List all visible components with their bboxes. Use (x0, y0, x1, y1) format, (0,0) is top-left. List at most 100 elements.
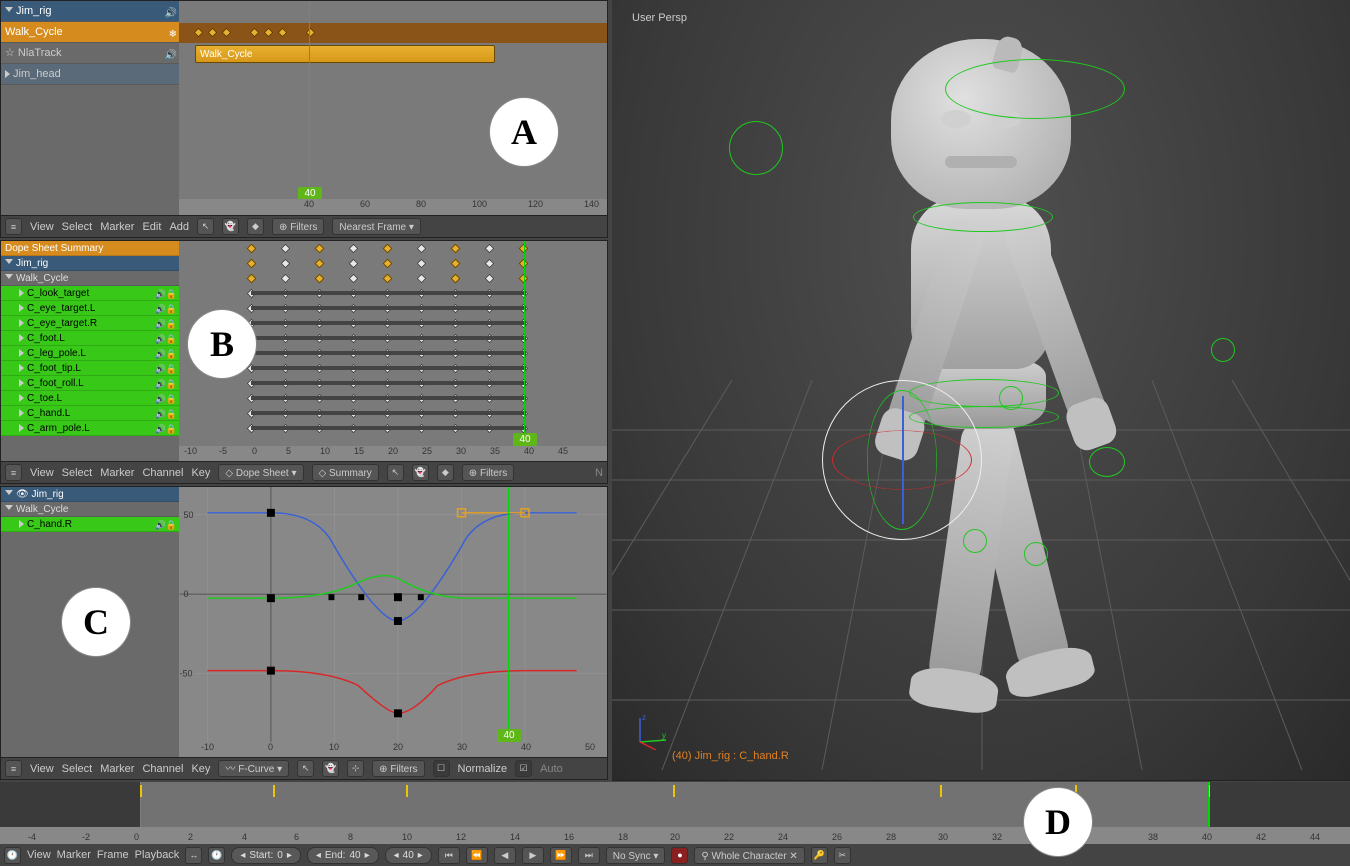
dope-bone-row[interactable]: C_hand.L🔊🔒 (1, 406, 179, 421)
menu-marker[interactable]: Marker (57, 849, 91, 861)
auto-checkbox[interactable]: ☑ (515, 760, 532, 777)
dope-bone-row[interactable]: C_leg_pole.L🔊🔒 (1, 346, 179, 361)
keyframe-diamond[interactable] (383, 244, 393, 254)
timeline[interactable]: -4-2024681012141618202224262830323840424… (0, 782, 1350, 844)
dope-jim-rig-row[interactable]: Jim_rig (1, 256, 179, 271)
keyframe-diamond[interactable] (383, 259, 393, 269)
sync-dropdown[interactable]: No Sync ▾ (606, 847, 666, 864)
keyframe-marker[interactable] (273, 785, 275, 797)
keyframe-marker[interactable] (406, 785, 408, 797)
dope-bone-row[interactable]: C_arm_pole.L🔊🔒 (1, 421, 179, 436)
menu-edit[interactable]: Edit (142, 221, 161, 233)
play-reverse-icon[interactable]: ◀ (494, 847, 516, 864)
keying-set-dropdown[interactable]: ⚲ Whole Character ✕ (694, 847, 804, 864)
markers-icon[interactable]: ◆ (437, 464, 454, 481)
menu-key[interactable]: Key (191, 467, 210, 479)
menu-marker[interactable]: Marker (100, 221, 134, 233)
filters-button[interactable]: ⊕ Filters (372, 760, 424, 777)
dope-bone-row[interactable]: C_foot_roll.L🔊🔒 (1, 376, 179, 391)
menu-marker[interactable]: Marker (100, 467, 134, 479)
keyframe-diamond[interactable] (247, 274, 257, 284)
filters-button[interactable]: ⊕ Filters (272, 218, 324, 235)
keyframe-diamond[interactable] (315, 274, 325, 284)
keyframe-diamond[interactable] (247, 259, 257, 269)
ghost-icon[interactable]: 👻 (222, 218, 239, 235)
keyframe-diamond[interactable] (247, 244, 257, 254)
dope-bone-row[interactable]: C_foot_tip.L🔊🔒 (1, 361, 179, 376)
mode-dropdown[interactable]: 〰 F-Curve ▾ (218, 760, 289, 777)
key-insert-icon[interactable]: 🔑 (811, 847, 828, 864)
menu-view[interactable]: View (30, 467, 54, 479)
menu-select[interactable]: Select (62, 467, 93, 479)
keyframe-diamond[interactable] (485, 259, 495, 269)
cursor-icon[interactable]: ↖ (197, 218, 214, 235)
nla-row-jim-head[interactable]: Jim_head (1, 64, 179, 85)
keyframe-diamond[interactable] (417, 274, 427, 284)
menu-add[interactable]: Add (169, 221, 189, 233)
cursor-icon[interactable]: ↖ (297, 760, 314, 777)
menu-frame[interactable]: Frame (97, 849, 129, 861)
graph-curve-area[interactable]: 50 0 -50 40 -10 0 10 20 30 40 50 (179, 487, 607, 757)
speaker-icon[interactable]: 🔊 (165, 3, 177, 24)
jump-start-icon[interactable]: ⏮ (438, 847, 460, 864)
menu-channel[interactable]: Channel (142, 763, 183, 775)
playhead[interactable] (524, 241, 525, 461)
sel-icon[interactable]: ↖ (387, 464, 404, 481)
current-frame-input[interactable]: ◂ 40 ▸ (385, 847, 432, 864)
keyframe-diamond[interactable] (485, 244, 495, 254)
keyframe-diamond[interactable] (485, 274, 495, 284)
mode-dropdown[interactable]: ◇ Dope Sheet ▾ (218, 464, 303, 481)
dope-bone-row[interactable]: C_look_target🔊🔒 (1, 286, 179, 301)
snowflake-icon[interactable]: ❄ (169, 24, 177, 45)
filters-button[interactable]: ⊕ Filters (462, 464, 514, 481)
ghost-icon[interactable]: 👻 (322, 760, 339, 777)
keyframe-diamond[interactable] (417, 259, 427, 269)
keyframe-diamond[interactable] (315, 244, 325, 254)
keyframe-diamond[interactable] (349, 259, 359, 269)
menu-channel[interactable]: Channel (142, 467, 183, 479)
menu-view[interactable]: View (30, 763, 54, 775)
menu-marker[interactable]: Marker (100, 763, 134, 775)
key-delete-icon[interactable]: ✂ (834, 847, 851, 864)
speaker-icon[interactable]: 🔊 (165, 50, 177, 61)
snap-dropdown[interactable]: Nearest Frame ▾ (332, 218, 421, 235)
graph-bone-row[interactable]: C_hand.R🔊🔒 (1, 517, 179, 532)
menu-view[interactable]: View (27, 849, 51, 861)
editor-type-icon[interactable]: ≡ (5, 760, 22, 777)
nla-row-nlatrack[interactable]: ☆ NlaTrack 🔊 (1, 43, 179, 64)
keyframe-diamond[interactable] (417, 244, 427, 254)
jump-end-icon[interactable]: ⏭ (578, 847, 600, 864)
keyframe-diamond[interactable] (281, 259, 291, 269)
next-key-icon[interactable]: ⏩ (550, 847, 572, 864)
nla-strip[interactable]: Walk_Cycle (195, 45, 495, 63)
keyframe-diamond[interactable] (315, 259, 325, 269)
menu-playback[interactable]: Playback (135, 849, 180, 861)
clock-icon[interactable]: 🕐 (208, 847, 225, 864)
start-frame-input[interactable]: ◂ Start: 0 ▸ (231, 847, 301, 864)
menu-select[interactable]: Select (62, 221, 93, 233)
graph-jim-rig-row[interactable]: 👁 Jim_rig (1, 487, 179, 502)
playhead[interactable] (309, 1, 310, 217)
rotation-gizmo[interactable] (822, 380, 982, 540)
keyframe-diamond[interactable] (349, 244, 359, 254)
play-icon[interactable]: ▶ (522, 847, 544, 864)
handles-icon[interactable]: ⊹ (347, 760, 364, 777)
editor-type-icon[interactable]: ≡ (5, 218, 22, 235)
normalize-checkbox[interactable]: ☐ (433, 760, 450, 777)
keyframe-diamond[interactable] (349, 274, 359, 284)
dope-bone-row[interactable]: C_eye_target.R🔊🔒 (1, 316, 179, 331)
keyframe-diamond[interactable] (451, 244, 461, 254)
range-icon[interactable]: ↔ (185, 847, 202, 864)
prev-key-icon[interactable]: ⏪ (466, 847, 488, 864)
end-frame-input[interactable]: ◂ End: 40 ▸ (307, 847, 379, 864)
editor-type-icon[interactable]: 🕐 (4, 847, 21, 864)
3d-viewport[interactable]: User Persp (612, 0, 1350, 780)
keyframe-diamond[interactable] (281, 274, 291, 284)
autokey-icon[interactable]: ● (671, 847, 688, 864)
dope-bone-row[interactable]: C_eye_target.L🔊🔒 (1, 301, 179, 316)
menu-key[interactable]: Key (191, 763, 210, 775)
summary-toggle[interactable]: ◇ Summary (312, 464, 379, 481)
nla-row-walk-cycle[interactable]: Walk_Cycle ❄ (1, 22, 179, 43)
markers-icon[interactable]: ◆ (247, 218, 264, 235)
keyframe-diamond[interactable] (451, 259, 461, 269)
